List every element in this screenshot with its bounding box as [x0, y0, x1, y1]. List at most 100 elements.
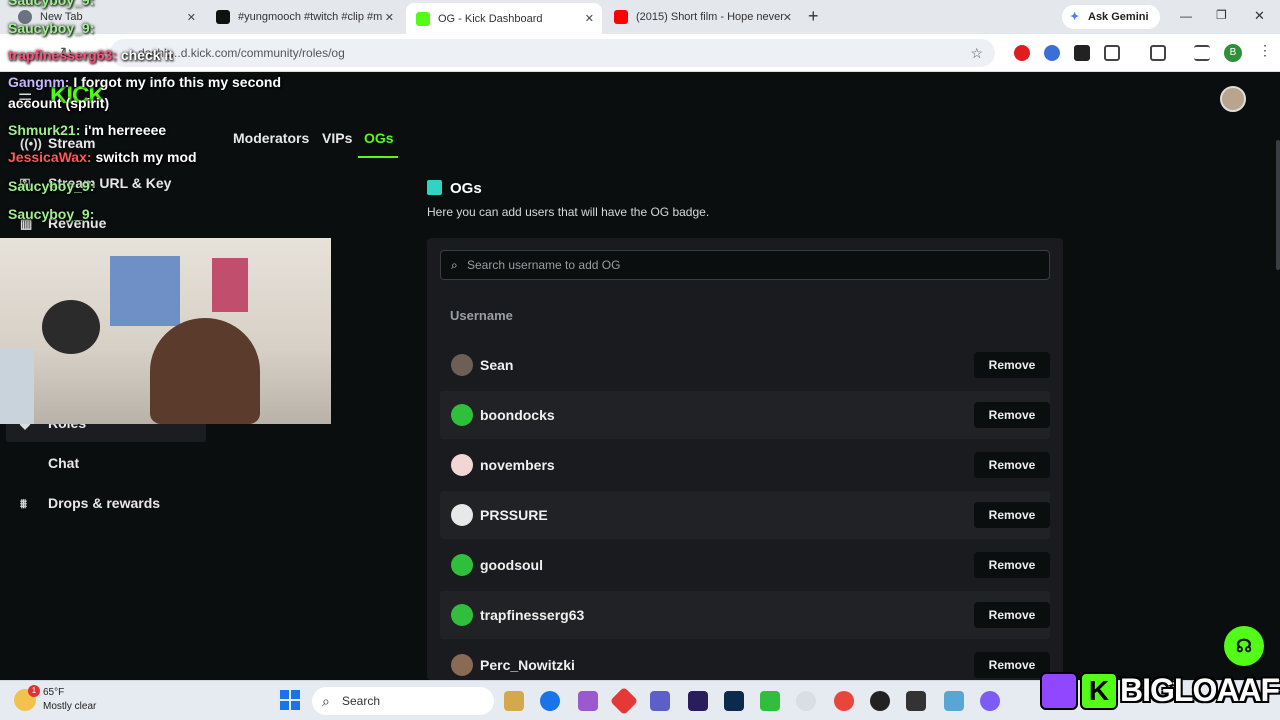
drops-icon: ⩩ [20, 496, 27, 511]
sidebar-item-label: Chat [48, 455, 80, 471]
chat-line: Saucyboy_9: [8, 20, 94, 36]
chat-message: i'm herreeee [84, 122, 167, 138]
avatar [451, 354, 473, 376]
notification-badge: 1 [28, 685, 40, 697]
chat-message: switch my mod [95, 149, 197, 165]
teams-icon[interactable] [650, 691, 670, 711]
chrome-icon[interactable] [834, 691, 854, 711]
user-avatar[interactable] [1220, 86, 1246, 112]
username: boondocks [480, 407, 555, 423]
extension-icon[interactable] [1074, 45, 1090, 61]
url-input[interactable]: dashb...d.kick.com/community/roles/og ☆ [110, 39, 995, 67]
copilot-icon[interactable] [578, 691, 598, 711]
chat-username: Saucyboy_9: [8, 206, 95, 222]
search-input[interactable]: ⌕ Search username to add OG [440, 250, 1050, 280]
remove-button[interactable]: Remove [974, 402, 1050, 428]
chat-icon [20, 456, 36, 470]
username: novembers [480, 457, 555, 473]
chat-username: JessicaWax: [8, 149, 92, 165]
tab-kick-dashboard[interactable]: OG - Kick Dashboard ✕ [406, 3, 602, 34]
remove-button[interactable]: Remove [974, 352, 1050, 378]
tab-youtube[interactable]: (2015) Short film - Hope never ✕ [604, 4, 800, 30]
media-controls-icon[interactable] [1194, 45, 1210, 61]
desk-fan [42, 300, 100, 354]
extension-icon[interactable] [1044, 45, 1060, 61]
tab-tiktok[interactable]: #yungmooch #twitch #clip #m ✕ [206, 4, 402, 30]
remove-button[interactable]: Remove [974, 502, 1050, 528]
tab-ogs[interactable]: OGs [364, 130, 394, 146]
active-tab-indicator [358, 156, 398, 158]
app-icon[interactable] [609, 686, 639, 716]
premiere-icon[interactable] [688, 691, 708, 711]
chat-line: Saucyboy_9: [8, 178, 94, 194]
taskbar-search[interactable]: ⌕ Search [312, 687, 494, 715]
capcut-icon[interactable] [906, 691, 926, 711]
cast-icon[interactable] [1150, 45, 1166, 61]
chrome-icon[interactable] [796, 691, 816, 711]
tab-moderators[interactable]: Moderators [233, 130, 309, 146]
chat-username: Saucyboy_9: [8, 20, 95, 36]
chat-line: Saucyboy_9: [8, 0, 94, 8]
chat-username: Shmurk21: [8, 122, 81, 138]
tab-label: #yungmooch #twitch #clip #m [238, 11, 383, 23]
table-row: PRSSURE Remove [440, 491, 1050, 539]
close-icon[interactable]: ✕ [585, 12, 594, 25]
avatar [451, 404, 473, 426]
edge-icon[interactable] [540, 691, 560, 711]
chat-message: account (spirit) [8, 95, 110, 111]
close-icon[interactable]: ✕ [783, 11, 792, 24]
maximize-button[interactable]: ❐ [1216, 8, 1227, 22]
photoshop-icon[interactable] [724, 691, 744, 711]
discord-icon[interactable] [980, 691, 1000, 711]
username: Perc_Nowitzki [480, 657, 575, 673]
section-description: Here you can add users that will have th… [427, 205, 710, 219]
wall-poster [110, 256, 180, 326]
profile-avatar[interactable]: B [1224, 44, 1242, 62]
remove-button[interactable]: Remove [974, 552, 1050, 578]
sidebar-item-drops-rewards[interactable]: ⩩ Drops & rewards [20, 495, 160, 511]
file-explorer-icon[interactable] [504, 691, 524, 711]
close-icon[interactable]: ✕ [385, 11, 394, 24]
menu-dots-icon[interactable]: ⋮ [1258, 42, 1272, 59]
wall-poster [212, 258, 248, 312]
table-row: goodsoul Remove [440, 541, 1050, 589]
search-icon: ⌕ [451, 258, 458, 272]
close-window-button[interactable]: ✕ [1254, 8, 1265, 24]
new-tab-button[interactable]: + [808, 6, 819, 27]
tab-label: (2015) Short film - Hope never [636, 11, 784, 23]
chat-username: Gangnm: [8, 74, 70, 90]
weather-temp: 65°F [43, 687, 65, 698]
ask-gemini-button[interactable]: ✦ Ask Gemini [1062, 5, 1160, 29]
puzzle-extensions-icon[interactable] [1104, 45, 1120, 61]
remove-button[interactable]: Remove [974, 452, 1050, 478]
table-row: novembers Remove [440, 441, 1050, 489]
sidebar-item-chat[interactable]: Chat [20, 455, 79, 471]
avatar [451, 504, 473, 526]
obs-icon[interactable] [870, 691, 890, 711]
minimize-button[interactable]: — [1180, 9, 1192, 23]
water-bottles [0, 348, 34, 424]
bookmark-star-icon[interactable]: ☆ [970, 39, 983, 67]
table-row: Perc_Nowitzki Remove [440, 641, 1050, 680]
webcam-overlay [0, 238, 331, 424]
remove-button[interactable]: Remove [974, 602, 1050, 628]
app-icon[interactable] [760, 691, 780, 711]
column-header-username: Username [450, 308, 513, 323]
remove-button[interactable]: Remove [974, 652, 1050, 678]
twitch-logo-icon [1040, 672, 1078, 710]
youtube-icon [614, 10, 628, 24]
table-row: Sean Remove [440, 341, 1050, 389]
tab-vips[interactable]: VIPs [322, 130, 352, 146]
username: trapfinesserg63 [480, 607, 585, 623]
chat-username: trapfinesserg63: [8, 47, 117, 63]
username: PRSSURE [480, 507, 548, 523]
support-headset-icon[interactable]: ☊ [1224, 626, 1264, 666]
section-title: OGs [450, 180, 482, 197]
scrollbar-thumb[interactable] [1276, 140, 1280, 270]
opera-extension-icon[interactable] [1014, 45, 1030, 61]
chat-line: Saucyboy_9: [8, 206, 94, 222]
close-icon[interactable]: ✕ [187, 11, 196, 24]
app-icon[interactable] [944, 691, 964, 711]
windows-start-icon[interactable] [280, 690, 300, 710]
avatar [451, 654, 473, 676]
